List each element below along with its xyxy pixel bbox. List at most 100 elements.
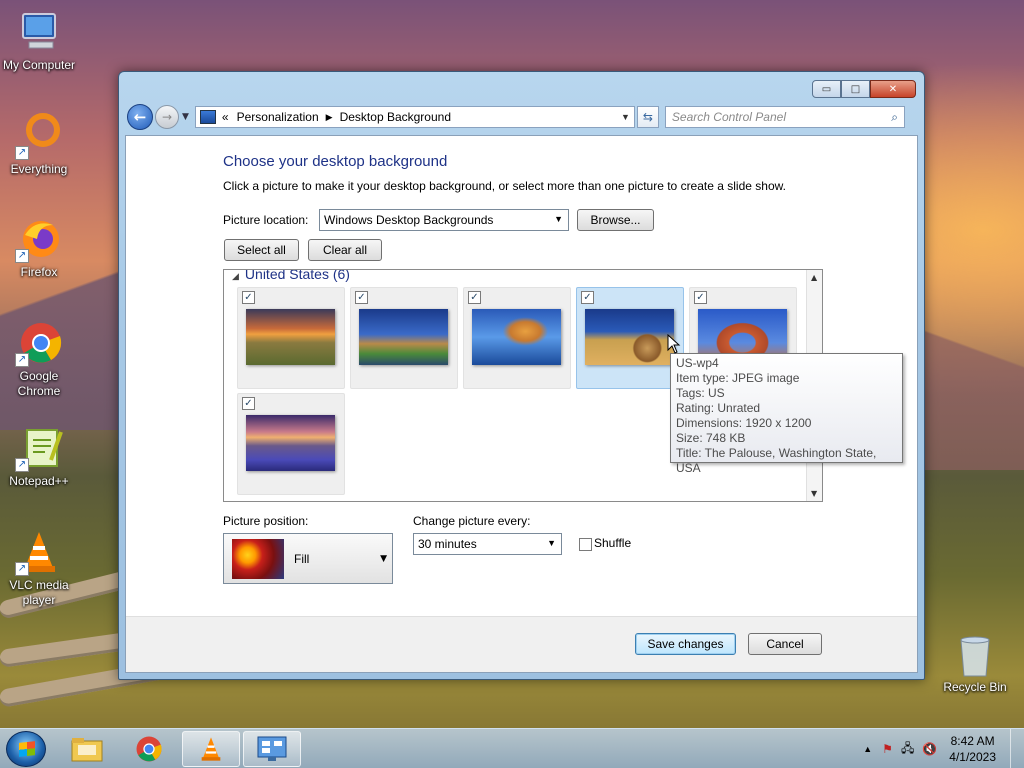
picture-position-label: Picture position:: [223, 514, 309, 528]
shortcut-arrow-icon: ↗: [15, 458, 29, 472]
show-desktop-button[interactable]: [1010, 729, 1024, 768]
page-title: Choose your desktop background: [223, 153, 448, 170]
taskbar-control-panel[interactable]: [243, 731, 301, 767]
taskbar-vlc[interactable]: [182, 731, 240, 767]
chevron-down-icon: ▼: [554, 214, 563, 224]
change-picture-label: Change picture every:: [413, 514, 531, 528]
picture-position-select[interactable]: Fill ▼: [223, 533, 393, 584]
wallpaper-thumbnail-6[interactable]: ✓: [237, 393, 345, 495]
thumbnail-checkbox[interactable]: ✓: [694, 291, 707, 304]
shortcut-arrow-icon: ↗: [15, 562, 29, 576]
shortcut-arrow-icon: ↗: [15, 353, 29, 367]
desktop-icon-my-computer[interactable]: My Computer: [0, 8, 79, 73]
folder-icon: [71, 738, 103, 762]
desktop-icon-vlc[interactable]: ↗ VLC media player: [0, 528, 79, 608]
recent-pages-dropdown[interactable]: ▼: [182, 112, 189, 122]
thumbnail-checkbox[interactable]: ✓: [581, 291, 594, 304]
cancel-button[interactable]: Cancel: [748, 633, 822, 655]
shuffle-checkbox[interactable]: [579, 538, 592, 551]
chrome-icon: [136, 736, 162, 762]
breadcrumb-personalization[interactable]: Personalization: [237, 110, 319, 124]
wallpaper-thumbnail-3[interactable]: ✓: [463, 287, 571, 389]
tooltip-size: Size: 748 KB: [676, 431, 746, 445]
group-title: United States (6): [244, 269, 350, 282]
shortcut-arrow-icon: ↗: [15, 249, 29, 263]
address-dropdown-icon[interactable]: ▼: [621, 112, 630, 122]
show-hidden-icons-icon[interactable]: ▲: [863, 744, 872, 754]
save-changes-button[interactable]: Save changes: [635, 633, 736, 655]
thumbnail-checkbox[interactable]: ✓: [468, 291, 481, 304]
desktop-icon-google-chrome[interactable]: ↗ Google Chrome: [0, 319, 79, 399]
picture-location-label: Picture location:: [223, 213, 309, 227]
breadcrumb-overflow[interactable]: «: [222, 110, 229, 124]
minimize-button[interactable]: ▭: [812, 80, 841, 98]
wallpaper-image: [585, 309, 674, 365]
back-button[interactable]: ←: [127, 104, 153, 130]
tooltip-title: Title: The Palouse, Washington State, US…: [676, 446, 877, 475]
taskbar-explorer[interactable]: [58, 731, 116, 767]
control-panel-icon: [199, 110, 216, 124]
page-description: Click a picture to make it your desktop …: [223, 179, 786, 193]
desktop-icon-label: Firefox: [20, 265, 58, 279]
desktop-icon-firefox[interactable]: ↗ Firefox: [0, 215, 79, 280]
network-icon[interactable]: 🖧: [901, 739, 914, 760]
computer-icon: [15, 8, 63, 56]
chevron-down-icon: ▼: [547, 538, 556, 548]
clock-date: 4/1/2023: [949, 750, 996, 764]
close-button[interactable]: ✕: [870, 80, 916, 98]
shuffle-label[interactable]: Shuffle: [594, 536, 631, 550]
desktop-icon-recycle-bin[interactable]: Recycle Bin: [935, 632, 1015, 695]
picture-position-value: Fill: [294, 552, 310, 566]
taskbar: ▲ ⚑ 🖧 🔇 8:42 AM 4/1/2023: [0, 728, 1024, 768]
change-interval-select[interactable]: 30 minutes ▼: [413, 533, 562, 555]
breadcrumb-separator-icon[interactable]: ▶: [326, 112, 333, 123]
start-button[interactable]: [6, 731, 46, 767]
browse-button[interactable]: Browse...: [577, 209, 654, 231]
select-all-button[interactable]: Select all: [224, 239, 299, 261]
maximize-button[interactable]: □: [841, 80, 870, 98]
chrome-icon: ↗: [15, 319, 63, 367]
desktop-icon-label: Notepad++: [9, 474, 69, 488]
scroll-up-icon[interactable]: ▲: [811, 273, 817, 282]
desktop-wallpaper-fence: [0, 631, 130, 668]
picture-location-select[interactable]: Windows Desktop Backgrounds ▼: [319, 209, 569, 231]
volume-muted-icon[interactable]: 🔇: [922, 742, 937, 756]
vlc-cone-icon: [201, 737, 221, 761]
search-icon[interactable]: ⌕: [891, 110, 898, 125]
tooltip-rating: Rating: Unrated: [676, 401, 761, 415]
shortcut-arrow-icon: ↗: [15, 146, 29, 160]
group-header[interactable]: ◢ United States (6): [232, 269, 350, 282]
desktop-icon-label: Google Chrome: [17, 369, 61, 398]
firefox-icon: ↗: [15, 215, 63, 263]
forward-button[interactable]: →: [155, 105, 179, 129]
clock[interactable]: 8:42 AM 4/1/2023: [949, 733, 996, 765]
thumbnail-checkbox[interactable]: ✓: [242, 397, 255, 410]
collapse-triangle-icon[interactable]: ◢: [232, 271, 239, 281]
system-tray: ▲ ⚑ 🖧 🔇 8:42 AM 4/1/2023: [863, 729, 1024, 768]
desktop-icon-notepad-plus-plus[interactable]: ↗ Notepad++: [0, 424, 79, 489]
scroll-down-icon[interactable]: ▼: [811, 489, 817, 498]
refresh-button[interactable]: ⇆: [636, 106, 659, 128]
position-preview-image: [232, 539, 284, 579]
notepad-plus-plus-icon: ↗: [15, 424, 63, 472]
taskbar-chrome[interactable]: [120, 731, 178, 767]
clear-all-button[interactable]: Clear all: [308, 239, 382, 261]
address-bar[interactable]: « Personalization ▶ Desktop Background ▼: [194, 106, 635, 128]
action-center-flag-icon[interactable]: ⚑: [882, 742, 893, 756]
search-input[interactable]: Search Control Panel ⌕: [664, 106, 905, 128]
thumbnail-checkbox[interactable]: ✓: [242, 291, 255, 304]
chevron-down-icon: ▼: [380, 554, 387, 564]
desktop-icon-everything[interactable]: ↗ Everything: [0, 112, 79, 177]
desktop-icon-label: My Computer: [2, 58, 76, 72]
wallpaper-thumbnail-2[interactable]: ✓: [350, 287, 458, 389]
wallpaper-image: [246, 309, 335, 365]
thumbnail-checkbox[interactable]: ✓: [355, 291, 368, 304]
wallpaper-tooltip: US-wp4 Item type: JPEG image Tags: US Ra…: [670, 353, 903, 475]
breadcrumb-desktop-background[interactable]: Desktop Background: [340, 110, 451, 124]
tooltip-dimensions: Dimensions: 1920 x 1200: [676, 416, 812, 430]
vlc-cone-icon: ↗: [15, 528, 63, 576]
mouse-cursor-icon: [667, 334, 681, 354]
wallpaper-thumbnail-1[interactable]: ✓: [237, 287, 345, 389]
desktop-icon-label: VLC media player: [9, 578, 69, 607]
dialog-footer: Save changes Cancel: [126, 616, 917, 672]
